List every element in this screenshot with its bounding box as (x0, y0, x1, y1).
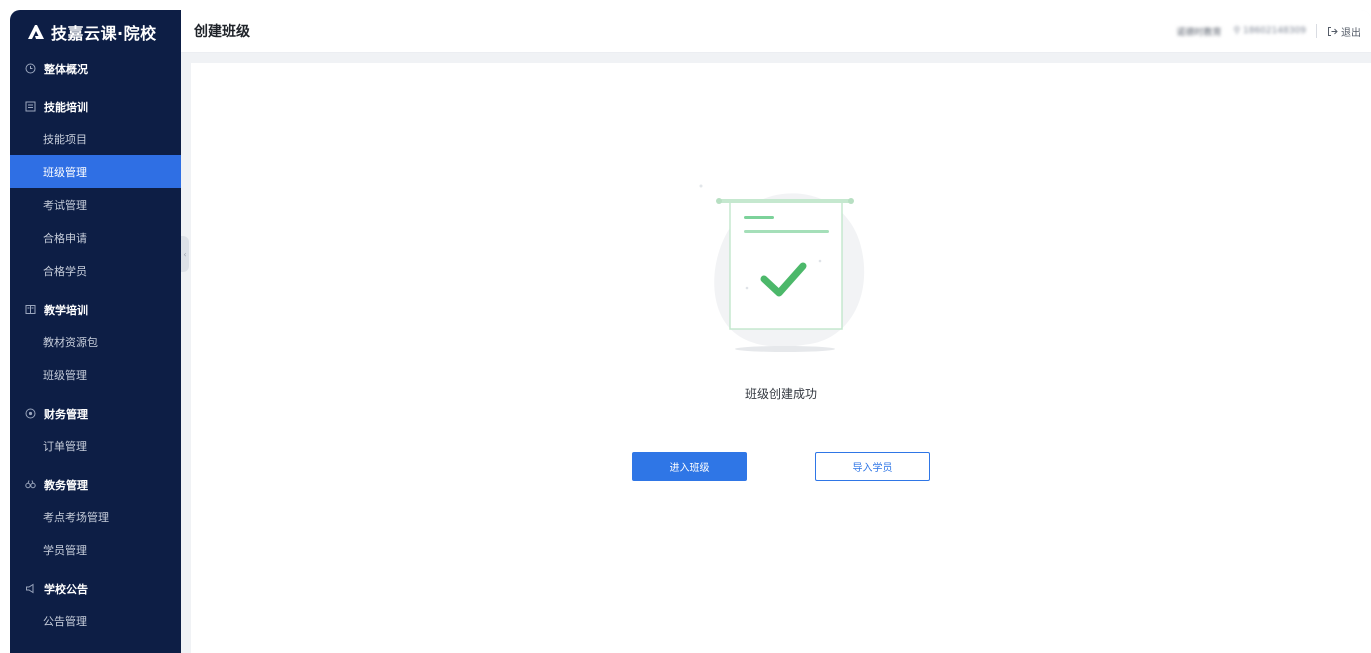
sidebar-item[interactable]: 合格学员 (10, 254, 181, 287)
main-content: 班级创建成功 进入班级 导入学员 (191, 63, 1371, 653)
sidebar-item-label: 考试管理 (43, 198, 87, 212)
menu-group-3[interactable]: 教学培训 (10, 294, 181, 325)
sidebar-item[interactable]: 考试管理 (10, 188, 181, 221)
org-name: 诺德时教育 (1176, 27, 1222, 38)
sidebar-item-label: 公告管理 (43, 614, 87, 628)
sidebar-item[interactable]: 教材资源包 (10, 325, 181, 358)
user-icon: ⚲ (1233, 26, 1241, 36)
sidebar-item-label: 教材资源包 (43, 335, 98, 349)
topbar-right: 诺德时教育 ⚲ 18602148309 退出 (1177, 24, 1371, 39)
page-title: 创建班级 (194, 24, 250, 40)
menu-group-label: 学校公告 (44, 582, 88, 596)
sidebar-collapse-handle[interactable]: ‹ (181, 236, 189, 272)
sidebar-item-label: 学员管理 (43, 543, 87, 557)
app-window: 技嘉云课·院校 整体概况 技能培训 技能项目 班级管理 考试管理 合格申请 合格学员 教学培训… (10, 10, 1371, 653)
brand-name: 技嘉云课·院校 (51, 23, 157, 43)
sidebar: 技嘉云课·院校 整体概况 技能培训 技能项目 班级管理 考试管理 合格申请 合格学员 教学培训… (10, 10, 181, 653)
logout-icon (1328, 26, 1338, 36)
brand[interactable]: 技嘉云课·院校 (10, 10, 181, 53)
sidebar-item[interactable]: 学员管理 (10, 533, 181, 566)
megaphone-icon (25, 583, 36, 594)
sidebar-item[interactable]: 考点考场管理 (10, 500, 181, 533)
menu-group-1[interactable]: 整体概况 (10, 53, 181, 84)
document-icon (25, 101, 36, 112)
menu-spacer (10, 566, 181, 573)
sidebar-item-label: 考点考场管理 (43, 510, 109, 524)
sidebar-item-label: 班级管理 (43, 165, 87, 179)
sidebar-item-label: 合格申请 (43, 231, 87, 245)
divider (1316, 24, 1317, 38)
success-message: 班级创建成功 (744, 387, 817, 401)
chevron-left-icon: ‹ (183, 249, 187, 259)
sidebar-menu: 整体概况 技能培训 技能项目 班级管理 考试管理 合格申请 合格学员 教学培训 教材资源包 班级管… (10, 53, 181, 637)
sidebar-item[interactable]: 班级管理 (10, 358, 181, 391)
menu-group-label: 教务管理 (44, 478, 88, 492)
sidebar-item[interactable]: 班级管理 (10, 155, 181, 188)
target-icon (25, 408, 36, 419)
topbar: 创建班级 诺德时教育 ⚲ 18602148309 退出 (181, 10, 1371, 53)
clock-icon (25, 63, 36, 74)
menu-group-2[interactable]: 技能培训 (10, 91, 181, 122)
menu-group-label: 财务管理 (44, 407, 88, 421)
sidebar-item[interactable]: 合格申请 (10, 221, 181, 254)
import-students-button[interactable]: 导入学员 (815, 452, 930, 481)
sidebar-item-label: 订单管理 (43, 439, 87, 453)
logout-button[interactable]: 退出 (1327, 24, 1361, 39)
menu-group-label: 整体概况 (44, 62, 88, 76)
menu-spacer (10, 391, 181, 398)
sidebar-item[interactable]: 公告管理 (10, 604, 181, 637)
menu-spacer (10, 462, 181, 469)
sidebar-item-label: 合格学员 (43, 264, 87, 278)
menu-group-4[interactable]: 财务管理 (10, 398, 181, 429)
sidebar-item-label: 班级管理 (43, 368, 87, 382)
sidebar-item[interactable]: 订单管理 (10, 429, 181, 462)
menu-group-5[interactable]: 教务管理 (10, 469, 181, 500)
user-account[interactable]: ⚲ 18602148309 (1234, 26, 1306, 36)
sidebar-item-label: 技能项目 (43, 132, 87, 146)
menu-spacer (10, 84, 181, 91)
book-icon (25, 304, 36, 315)
logo-icon (28, 24, 44, 39)
menu-spacer (10, 287, 181, 294)
success-illustration (699, 184, 865, 352)
glasses-icon (25, 479, 36, 490)
sidebar-item[interactable]: 技能项目 (10, 122, 181, 155)
enter-class-button[interactable]: 进入班级 (632, 452, 747, 481)
menu-group-6[interactable]: 学校公告 (10, 573, 181, 604)
menu-group-label: 教学培训 (44, 303, 88, 317)
menu-group-label: 技能培训 (44, 100, 88, 114)
